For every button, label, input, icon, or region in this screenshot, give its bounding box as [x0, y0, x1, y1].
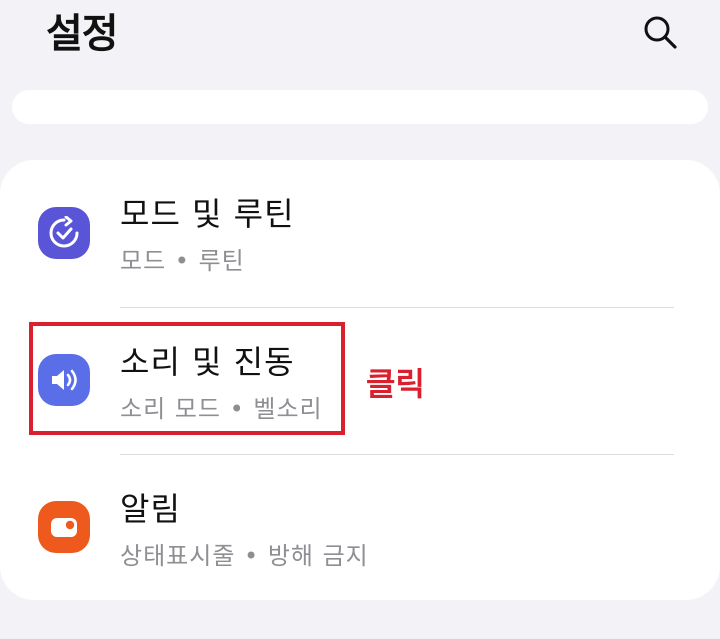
click-annotation: 클릭: [366, 365, 425, 403]
settings-item-notifications[interactable]: 알림 상태표시줄 • 방해 금지: [0, 455, 720, 601]
search-button[interactable]: [636, 8, 684, 56]
item-subtitle: 모드 • 루틴: [120, 247, 245, 275]
highlight-box: [29, 322, 345, 435]
settings-item-modes-routines[interactable]: 모드 및 루틴 모드 • 루틴: [0, 160, 720, 306]
item-title: 알림: [120, 490, 181, 528]
search-icon: [644, 16, 677, 49]
item-title: 모드 및 루틴: [120, 195, 295, 233]
item-subtitle: 상태표시줄 • 방해 금지: [120, 542, 369, 570]
page-title: 설정: [46, 11, 119, 57]
modes-routines-icon: [38, 207, 90, 259]
notification-icon: [38, 501, 90, 553]
settings-card-top[interactable]: [12, 90, 708, 124]
app-header: 설정: [0, 0, 720, 80]
